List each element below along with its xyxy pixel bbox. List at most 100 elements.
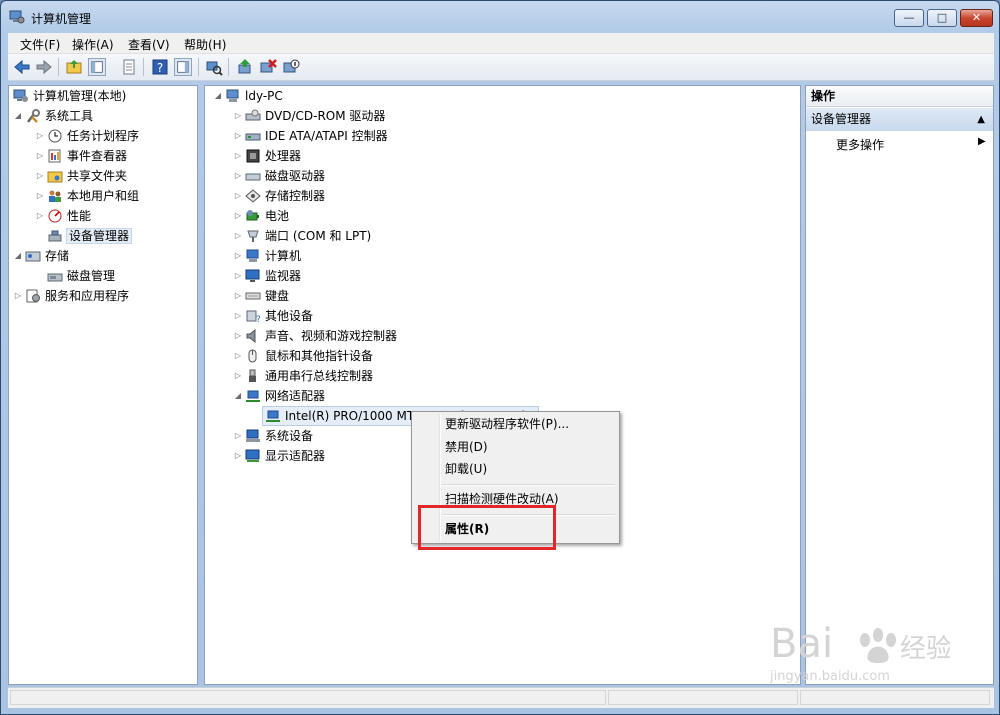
device-category[interactable]: ▷ 磁盘驱动器 <box>233 167 325 185</box>
collapse-arrow-icon[interactable]: ◢ <box>13 107 23 125</box>
device-category[interactable]: ▷ 端口 (COM 和 LPT) <box>233 227 371 245</box>
clock-icon <box>48 129 62 143</box>
expand-arrow-icon[interactable]: ▷ <box>233 347 243 365</box>
status-bar <box>8 687 994 708</box>
expand-arrow-icon[interactable]: ▷ <box>35 167 45 185</box>
close-button[interactable]: ✕ <box>960 9 993 27</box>
expand-arrow-icon[interactable]: ▷ <box>233 207 243 225</box>
tree-item-performance[interactable]: ▷ 性能 <box>35 207 91 225</box>
tree-item-event-viewer[interactable]: ▷ 事件查看器 <box>35 147 127 165</box>
expand-arrow-icon[interactable]: ▷ <box>233 167 243 185</box>
expand-arrow-icon[interactable]: ▷ <box>35 147 45 165</box>
expand-arrow-icon[interactable]: ▷ <box>233 107 243 125</box>
menu-file[interactable]: 文件(F) <box>20 36 60 53</box>
svg-text:Bai: Bai <box>770 621 833 667</box>
collapse-triangle-icon[interactable]: ▲ <box>977 108 985 131</box>
forward-arrow-icon[interactable] <box>35 58 53 76</box>
device-category[interactable]: ▷ 电池 <box>233 207 289 225</box>
actions-pane: 操作 设备管理器 ▲ 更多操作 ▶ <box>805 85 994 685</box>
uninstall-device-icon[interactable] <box>259 58 277 76</box>
expand-arrow-icon[interactable]: ▷ <box>233 327 243 345</box>
device-category[interactable]: ▷ 键盘 <box>233 287 289 305</box>
update-driver-icon[interactable] <box>236 58 254 76</box>
device-category[interactable]: ▷ IDE ATA/ATAPI 控制器 <box>233 127 388 145</box>
expand-arrow-icon[interactable]: ▷ <box>233 227 243 245</box>
collapse-arrow-icon[interactable]: ◢ <box>13 247 23 265</box>
expand-arrow-icon[interactable]: ▷ <box>233 127 243 145</box>
device-category[interactable]: ▷ 鼠标和其他指针设备 <box>233 347 373 365</box>
ide-controller-icon <box>245 133 261 141</box>
expand-arrow-icon[interactable]: ▷ <box>233 247 243 265</box>
show-action-pane-icon[interactable] <box>174 58 192 76</box>
tree-item-task-scheduler[interactable]: ▷ 任务计划程序 <box>35 127 139 145</box>
tree-item-services-applications[interactable]: ▷ 服务和应用程序 <box>13 287 129 305</box>
title-bar[interactable]: 计算机管理 — □ ✕ <box>1 1 999 33</box>
up-folder-icon[interactable] <box>65 58 83 76</box>
expand-arrow-icon[interactable]: ▷ <box>35 207 45 225</box>
services-icon <box>26 289 40 303</box>
menu-help[interactable]: 帮助(H) <box>184 36 226 53</box>
expand-arrow-icon[interactable]: ▷ <box>233 447 243 465</box>
menu-action[interactable]: 操作(A) <box>72 36 114 53</box>
tree-item-storage[interactable]: ◢ 存储 <box>13 247 69 265</box>
menu-uninstall[interactable]: 卸载(U) <box>445 459 487 479</box>
menu-view[interactable]: 查看(V) <box>128 36 170 53</box>
tree-item-shared-folders[interactable]: ▷ 共享文件夹 <box>35 167 127 185</box>
tree-item-disk-management[interactable]: 磁盘管理 <box>45 267 115 285</box>
collapse-arrow-icon[interactable]: ◢ <box>213 87 223 105</box>
device-category[interactable]: ▷ 处理器 <box>233 147 301 165</box>
device-category[interactable]: ▷ DVD/CD-ROM 驱动器 <box>233 107 386 125</box>
expand-arrow-icon[interactable]: ▷ <box>233 147 243 165</box>
maximize-button[interactable]: □ <box>927 9 957 27</box>
device-category[interactable]: ▷ 系统设备 <box>233 427 313 445</box>
expand-arrow-icon[interactable]: ▷ <box>233 307 243 325</box>
expand-arrow-icon[interactable]: ▷ <box>233 427 243 445</box>
menu-disable[interactable]: 禁用(D) <box>445 437 488 457</box>
monitor-icon <box>245 269 260 282</box>
usb-icon <box>249 369 256 382</box>
actions-section-device-manager[interactable]: 设备管理器 ▲ <box>806 108 993 131</box>
menu-update-driver[interactable]: 更新驱动程序软件(P)... <box>445 414 569 434</box>
expand-arrow-icon[interactable]: ▷ <box>233 287 243 305</box>
expand-arrow-icon[interactable]: ▷ <box>233 267 243 285</box>
scan-hardware-icon[interactable] <box>205 58 223 76</box>
svg-text:经验: 经验 <box>900 634 950 664</box>
status-segment <box>800 690 990 705</box>
submenu-arrow-icon[interactable]: ▶ <box>978 136 986 147</box>
expand-arrow-icon[interactable]: ▷ <box>35 187 45 205</box>
expand-arrow-icon[interactable]: ▷ <box>233 367 243 385</box>
battery-icon <box>246 210 259 221</box>
device-category-network-adapters[interactable]: ◢ 网络适配器 <box>233 387 325 405</box>
more-actions-item[interactable]: 更多操作 <box>836 136 884 153</box>
device-category[interactable]: ▷ 存储控制器 <box>233 187 325 205</box>
dvd-drive-icon <box>245 109 261 121</box>
minimize-button[interactable]: — <box>894 9 924 27</box>
unknown-device-icon: ? <box>246 310 261 323</box>
tree-item-system-tools[interactable]: ◢ 系统工具 <box>13 107 93 125</box>
device-category[interactable]: ▷ 通用串行总线控制器 <box>233 367 373 385</box>
collapse-arrow-icon[interactable]: ◢ <box>233 387 243 405</box>
device-category[interactable]: ▷ 监视器 <box>233 267 301 285</box>
device-category[interactable]: ▷? 其他设备 <box>233 307 313 325</box>
device-category[interactable]: ▷ 声音、视频和游戏控制器 <box>233 327 397 345</box>
disable-device-icon[interactable] <box>282 58 300 76</box>
expand-arrow-icon[interactable]: ▷ <box>13 287 23 305</box>
port-icon <box>247 230 259 242</box>
expand-arrow-icon[interactable]: ▷ <box>233 187 243 205</box>
show-hide-tree-icon[interactable] <box>88 58 106 76</box>
device-category[interactable]: ▷ 显示适配器 <box>233 447 325 465</box>
properties-sheet-icon[interactable] <box>120 58 138 76</box>
device-tree-pane: ◢ ldy-PC ▷ DVD/CD-ROM 驱动器 ▷ IDE ATA/ATAPI 控… <box>204 85 801 685</box>
help-icon[interactable]: ? <box>151 58 169 76</box>
expand-arrow-icon[interactable]: ▷ <box>35 127 45 145</box>
device-tree-root[interactable]: ◢ ldy-PC <box>213 87 283 105</box>
tree-item-computer-management[interactable]: 计算机管理(本地) <box>13 87 126 105</box>
tree-item-local-users-groups[interactable]: ▷ 本地用户和组 <box>35 187 139 205</box>
highlight-box <box>418 505 556 550</box>
baidu-paw-logo: Bai 经验 jingyan.baidu.com <box>769 621 952 684</box>
device-category[interactable]: ▷ 计算机 <box>233 247 301 265</box>
back-arrow-icon[interactable] <box>13 58 31 76</box>
tree-item-device-manager[interactable]: 设备管理器 <box>45 227 133 245</box>
computer-icon <box>226 89 239 102</box>
display-adapter-icon <box>245 449 260 462</box>
